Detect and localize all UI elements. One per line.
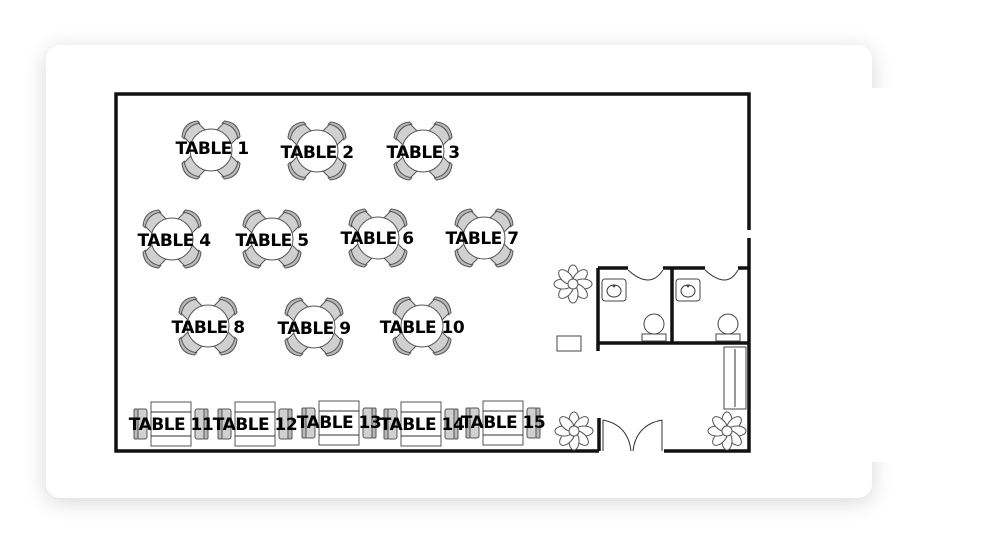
toilet-icon — [715, 313, 741, 342]
rect-table-11[interactable]: TABLE 11 — [129, 401, 214, 447]
table-label: TABLE 4 — [137, 231, 211, 251]
round-table-5[interactable]: TABLE 5 — [235, 207, 309, 271]
round-table-8[interactable]: TABLE 8 — [171, 294, 245, 358]
table-label: TABLE 13 — [297, 413, 381, 433]
table-label: TABLE 14 — [380, 415, 465, 435]
round-table-9[interactable]: TABLE 9 — [277, 295, 351, 359]
round-table-7[interactable]: TABLE 7 — [445, 206, 519, 270]
table-label: TABLE 6 — [340, 229, 413, 249]
round-table-1[interactable]: TABLE 1 — [175, 118, 249, 182]
plant-icon — [553, 264, 593, 304]
table-label: TABLE 2 — [280, 143, 353, 163]
round-table-4[interactable]: TABLE 4 — [137, 207, 212, 271]
round-table-10[interactable]: TABLE 10 — [380, 294, 465, 358]
table-label: TABLE 11 — [129, 415, 213, 435]
rect-table-12[interactable]: TABLE 12 — [213, 401, 298, 447]
round-table-6[interactable]: TABLE 6 — [340, 206, 414, 270]
rect-table-13[interactable]: TABLE 13 — [297, 400, 382, 446]
table-label: TABLE 10 — [380, 318, 465, 338]
rect-tables: TABLE 11 TABLE 12 TABLE 13 TABLE 14 TABL… — [129, 400, 546, 447]
floor-plan: TABLE 1 TABLE 2 TABLE 3 TABLE 4 TABLE 5 … — [114, 92, 751, 453]
table-label: TABLE 9 — [277, 319, 350, 339]
rect-table-15[interactable]: TABLE 15 — [461, 400, 546, 446]
entrance-double-door — [602, 419, 663, 452]
round-table-3[interactable]: TABLE 3 — [386, 119, 460, 183]
table-label: TABLE 5 — [235, 231, 308, 251]
plant-icon — [707, 411, 747, 451]
restroom-door-2 — [704, 269, 739, 281]
sink-icon — [601, 278, 627, 302]
sink-icon — [675, 278, 701, 302]
table-label: TABLE 8 — [171, 318, 244, 338]
round-table-2[interactable]: TABLE 2 — [280, 119, 354, 183]
round-tables: TABLE 1 TABLE 2 TABLE 3 TABLE 4 TABLE 5 … — [137, 118, 519, 359]
toilet-icon — [641, 313, 667, 342]
table-label: TABLE 12 — [213, 415, 297, 435]
rect-table-14[interactable]: TABLE 14 — [380, 401, 465, 447]
restroom-door-1 — [627, 269, 664, 281]
table-label: TABLE 7 — [445, 229, 518, 249]
plant-icon — [554, 411, 594, 451]
table-label: TABLE 3 — [386, 143, 459, 163]
table-label: TABLE 1 — [175, 139, 248, 159]
floor-mat — [556, 335, 582, 352]
table-label: TABLE 15 — [461, 413, 545, 433]
